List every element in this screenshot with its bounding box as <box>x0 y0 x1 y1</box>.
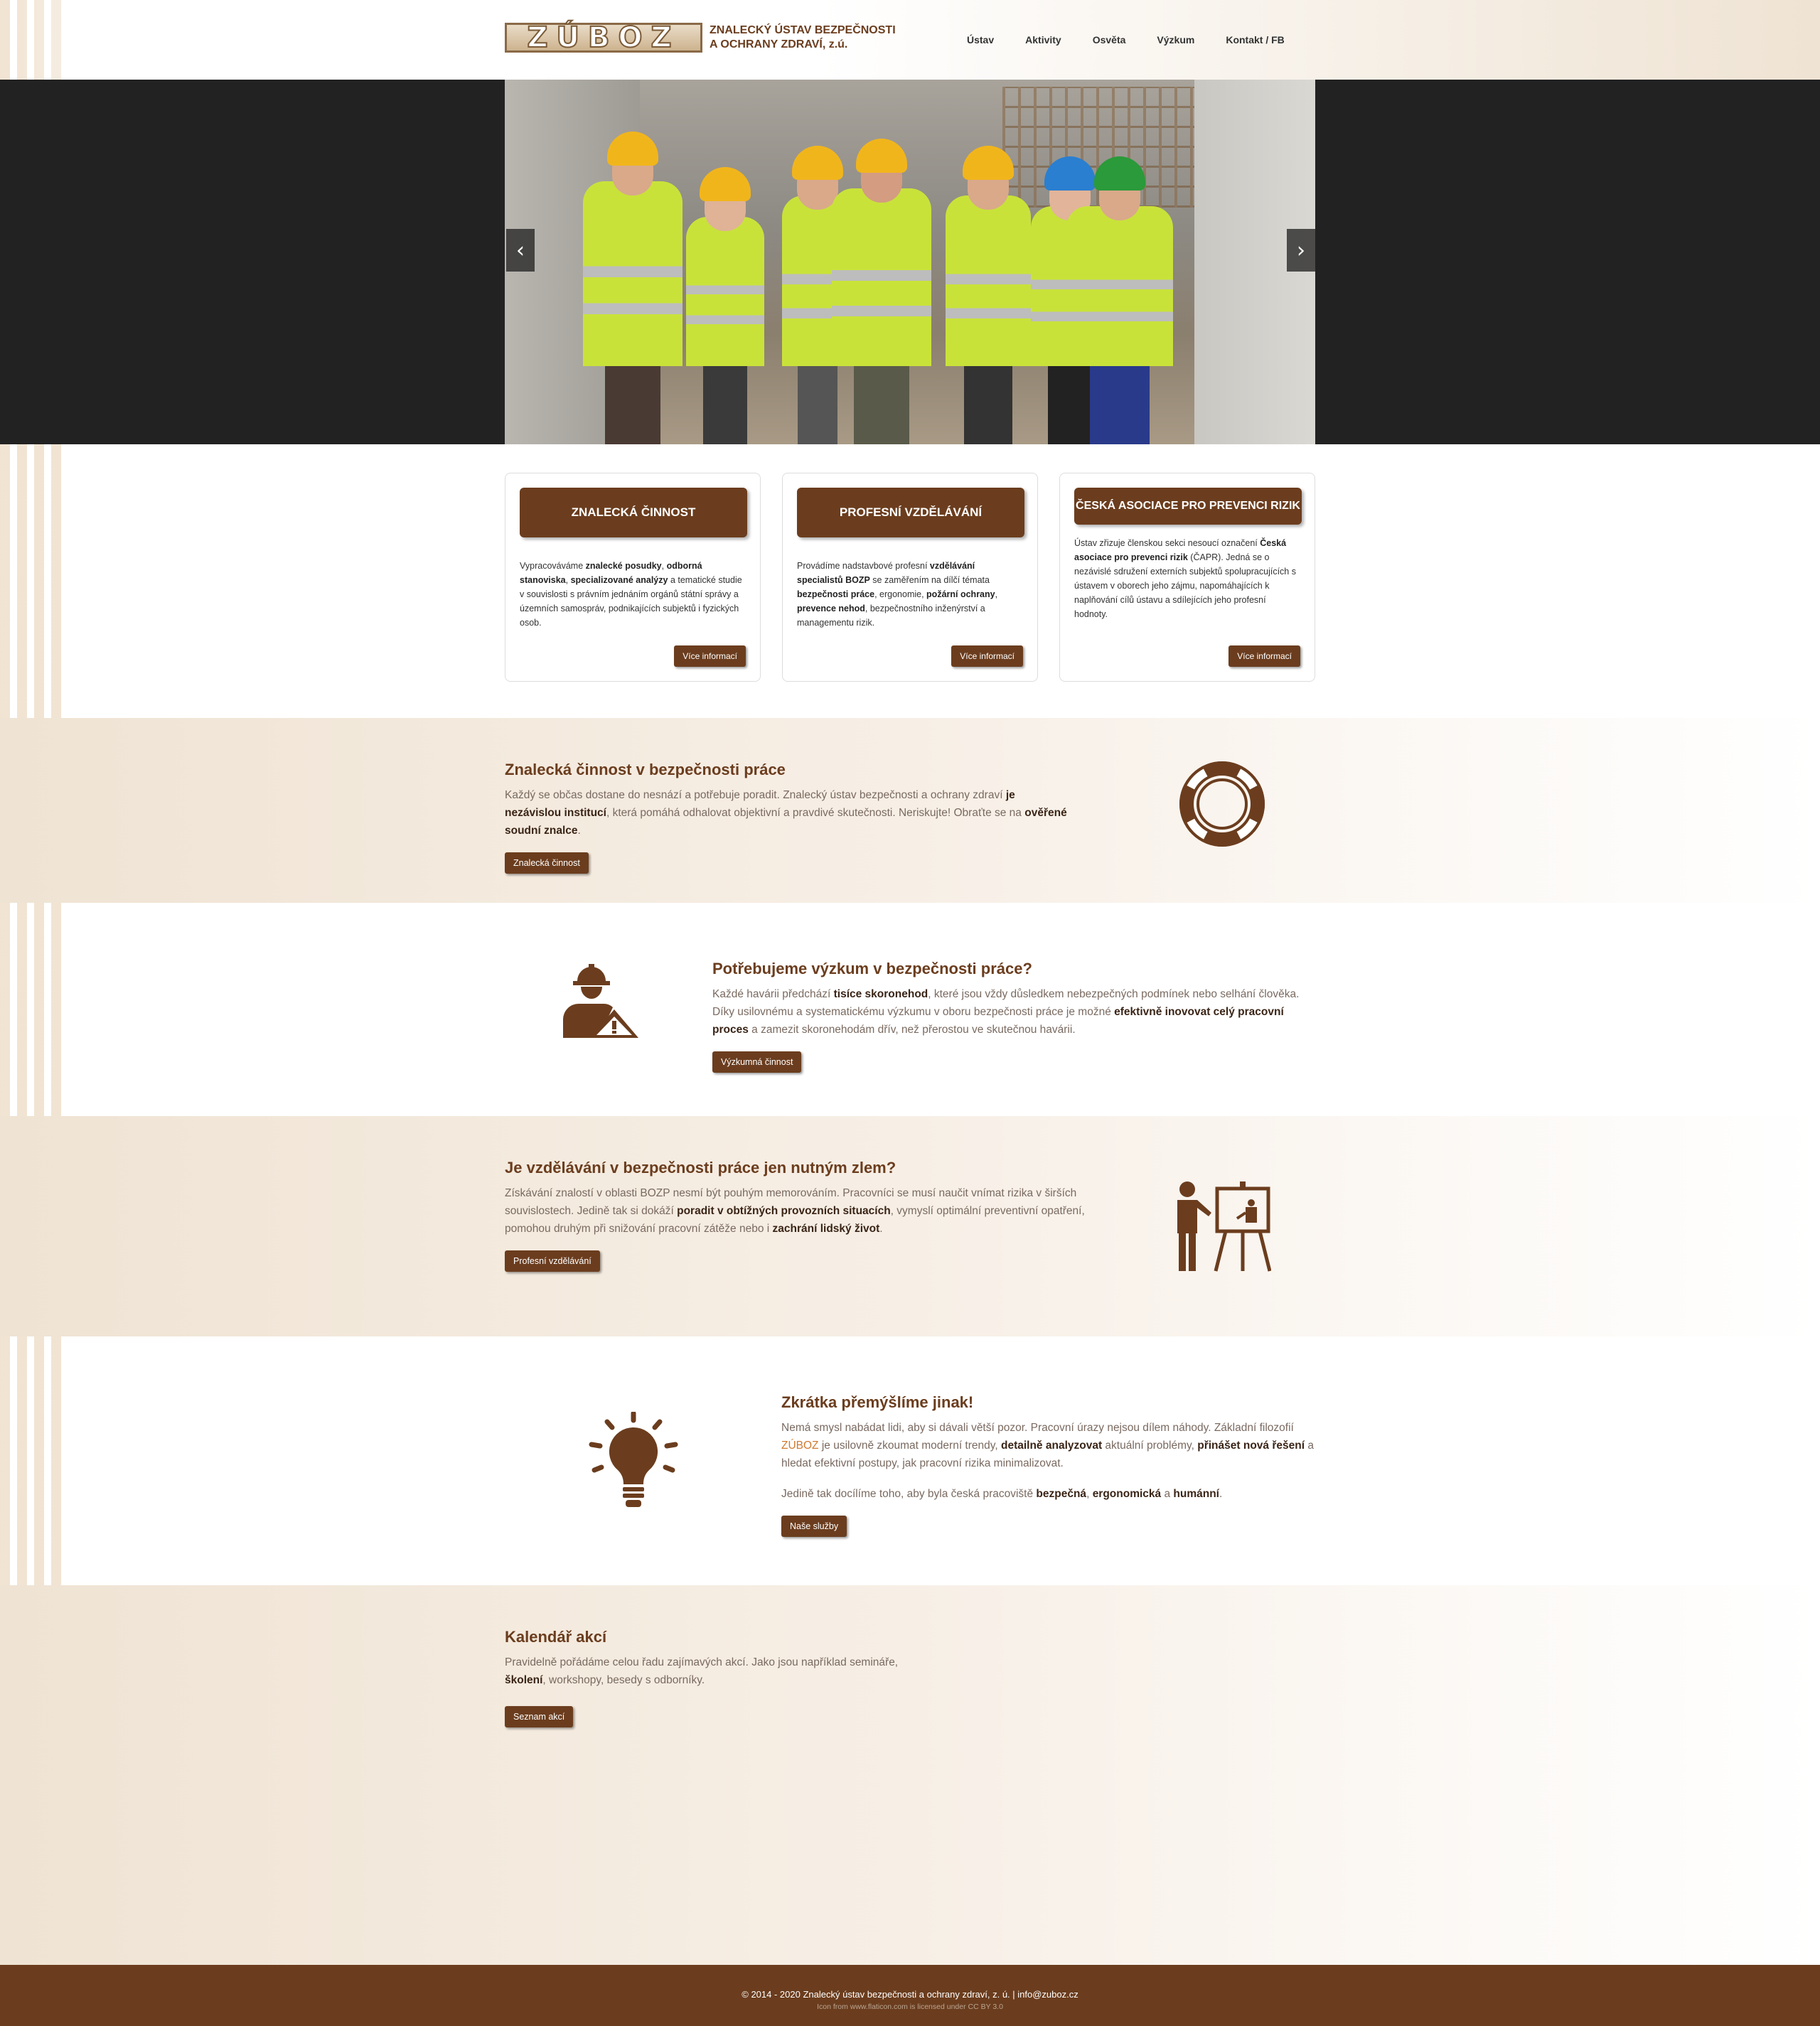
section-znalecka: Znalecká činnost v bezpečnosti práce Kaž… <box>505 761 1074 874</box>
more-info-button[interactable]: Více informací <box>951 645 1023 667</box>
presenter-icon <box>1177 1181 1271 1272</box>
section-title: Je vzdělávání v bezpečnosti práce jen nu… <box>505 1159 896 1177</box>
card-text: Vypracováváme znalecké posudky, odborná … <box>520 561 742 628</box>
photo-worker <box>832 132 931 444</box>
footer-copyright: © 2014 - 2020 Znalecký ústav bezpečnosti… <box>742 1989 1078 2000</box>
card-text: Ústav zřizuje členskou sekci nesoucí ozn… <box>1074 538 1296 619</box>
slider-prev-button[interactable]: ‹ <box>506 229 535 272</box>
section-text: Každý se občas dostane do nesnází a potř… <box>505 789 1067 837</box>
profesni-vzdelavani-button[interactable]: Profesní vzdělávání <box>505 1250 600 1272</box>
nav-aktivity[interactable]: Aktivity <box>1025 34 1061 45</box>
section-filozofie: Zkrátka přemýšlíme jinak! Nemá smysl nab… <box>781 1393 1315 1537</box>
section-text: Pravidelně pořádáme celou řadu zajímavýc… <box>505 1656 899 1686</box>
lifebuoy-icon <box>1179 761 1265 847</box>
section-text: Nemá smysl nabádat lidi, aby si dávali v… <box>781 1422 1314 1469</box>
section-text: Každé havárii předchází tisíce skoroneho… <box>712 988 1300 1036</box>
photo-worker <box>583 124 682 444</box>
site-footer: © 2014 - 2020 Znalecký ústav bezpečnosti… <box>0 1965 1820 2026</box>
section-vzdelavani: Je vzdělávání v bezpečnosti práce jen nu… <box>505 1159 1088 1272</box>
card-title: PROFESNÍ VZDĚLÁVÁNÍ <box>797 488 1024 537</box>
footer-icon-credit: Icon from www.flaticon.com is licensed u… <box>817 2003 1003 2011</box>
card-title: ZNALECKÁ ČINNOST <box>520 488 747 537</box>
section-kalendar: Kalendář akcí Pravidelně pořádáme celou … <box>505 1628 903 1727</box>
photo-worker <box>946 139 1031 444</box>
nav-osveta[interactable]: Osvěta <box>1093 34 1126 45</box>
slider-next-button[interactable]: › <box>1287 229 1315 272</box>
hero-slider: ‹ › <box>0 80 1820 444</box>
org-name: ZNALECKÝ ÚSTAV BEZPEČNOSTI A OCHRANY ZDR… <box>710 23 909 52</box>
nase-sluzby-button[interactable]: Naše služby <box>781 1516 847 1537</box>
org-name-line2: A OCHRANY ZDRAVÍ, z.ú. <box>710 38 848 50</box>
znalecka-cinnost-button[interactable]: Znalecká činnost <box>505 852 589 874</box>
section-title: Kalendář akcí <box>505 1628 607 1646</box>
chevron-left-icon: ‹ <box>516 237 525 263</box>
site-header: ZÚBOZ ZNALECKÝ ÚSTAV BEZPEČNOSTI A OCHRA… <box>0 0 1820 80</box>
card-text: Provádíme nadstavbové profesní vzděláván… <box>797 561 998 628</box>
nav-vyzkum[interactable]: Výzkum <box>1157 34 1194 45</box>
more-info-button[interactable]: Více informací <box>674 645 746 667</box>
more-info-button[interactable]: Více informací <box>1228 645 1300 667</box>
feature-cards: ZNALECKÁ ČINNOST Vypracováváme znalecké … <box>505 473 1315 682</box>
photo-worker <box>686 160 764 444</box>
nav-kontakt[interactable]: Kontakt / FB <box>1226 34 1284 45</box>
worker-warning-icon <box>563 964 638 1038</box>
section-text-2: Jedině tak docílíme toho, aby byla česká… <box>781 1488 1223 1500</box>
photo-worker <box>1066 149 1173 444</box>
section-title: Znalecká činnost v bezpečnosti práce <box>505 761 786 778</box>
nav-ustav[interactable]: Ústav <box>967 34 994 45</box>
slide-photo-workers <box>505 80 1315 444</box>
logo: ZÚBOZ <box>505 23 702 53</box>
main-nav: Ústav Aktivity Osvěta Výzkum Kontakt / F… <box>967 34 1316 45</box>
lightbulb-icon <box>589 1412 678 1507</box>
seznam-akci-button[interactable]: Seznam akcí <box>505 1706 574 1727</box>
org-name-line1: ZNALECKÝ ÚSTAV BEZPEČNOSTI <box>710 24 896 36</box>
card-profesni-vzdelavani: PROFESNÍ VZDĚLÁVÁNÍ Provádíme nadstavbov… <box>782 473 1038 682</box>
section-title: Zkrátka přemýšlíme jinak! <box>781 1393 974 1411</box>
chevron-right-icon: › <box>1297 237 1305 263</box>
logo-link[interactable]: ZÚBOZ ZNALECKÝ ÚSTAV BEZPEČNOSTI A OCHRA… <box>505 23 909 53</box>
card-title: ČESKÁ ASOCIACE PRO PREVENCI RIZIK <box>1074 488 1302 525</box>
section-text: Získávání znalostí v oblasti BOZP nesmí … <box>505 1187 1085 1235</box>
card-capr: ČESKÁ ASOCIACE PRO PREVENCI RIZIK Ústav … <box>1059 473 1315 682</box>
section-title: Potřebujeme výzkum v bezpečnosti práce? <box>712 960 1032 977</box>
card-znalecka-cinnost: ZNALECKÁ ČINNOST Vypracováváme znalecké … <box>505 473 761 682</box>
section-vyzkum: Potřebujeme výzkum v bezpečnosti práce? … <box>712 960 1315 1073</box>
vyzkumna-cinnost-button[interactable]: Výzkumná činnost <box>712 1051 802 1073</box>
